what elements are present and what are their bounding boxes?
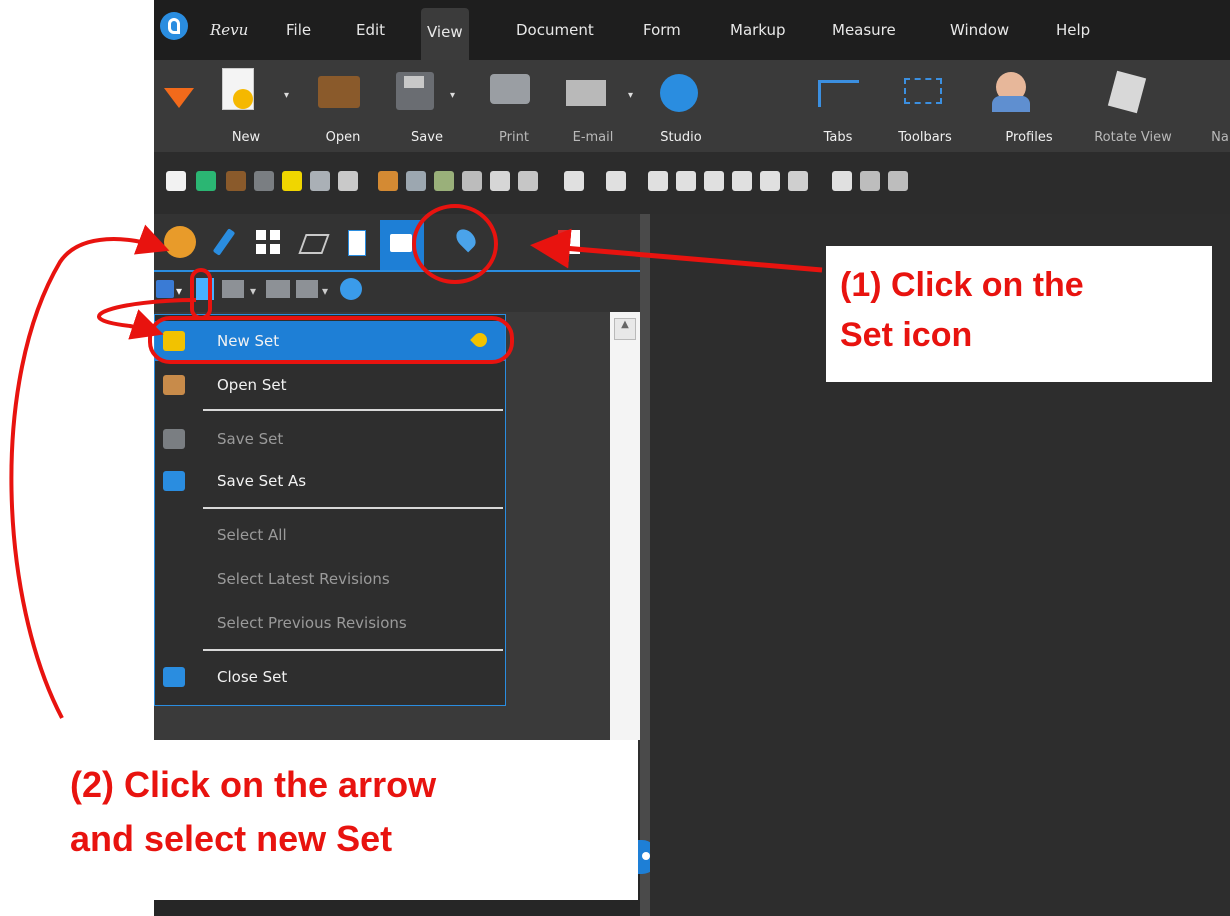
arrow-to-sets-tab [530,228,823,273]
highlight-circle-sets-icon [412,204,498,284]
highlight-dropdown-arrow [190,268,212,320]
highlight-new-set [148,316,514,364]
annotation-overlay [9,204,823,719]
arrow-curve-to-panel [9,224,170,719]
